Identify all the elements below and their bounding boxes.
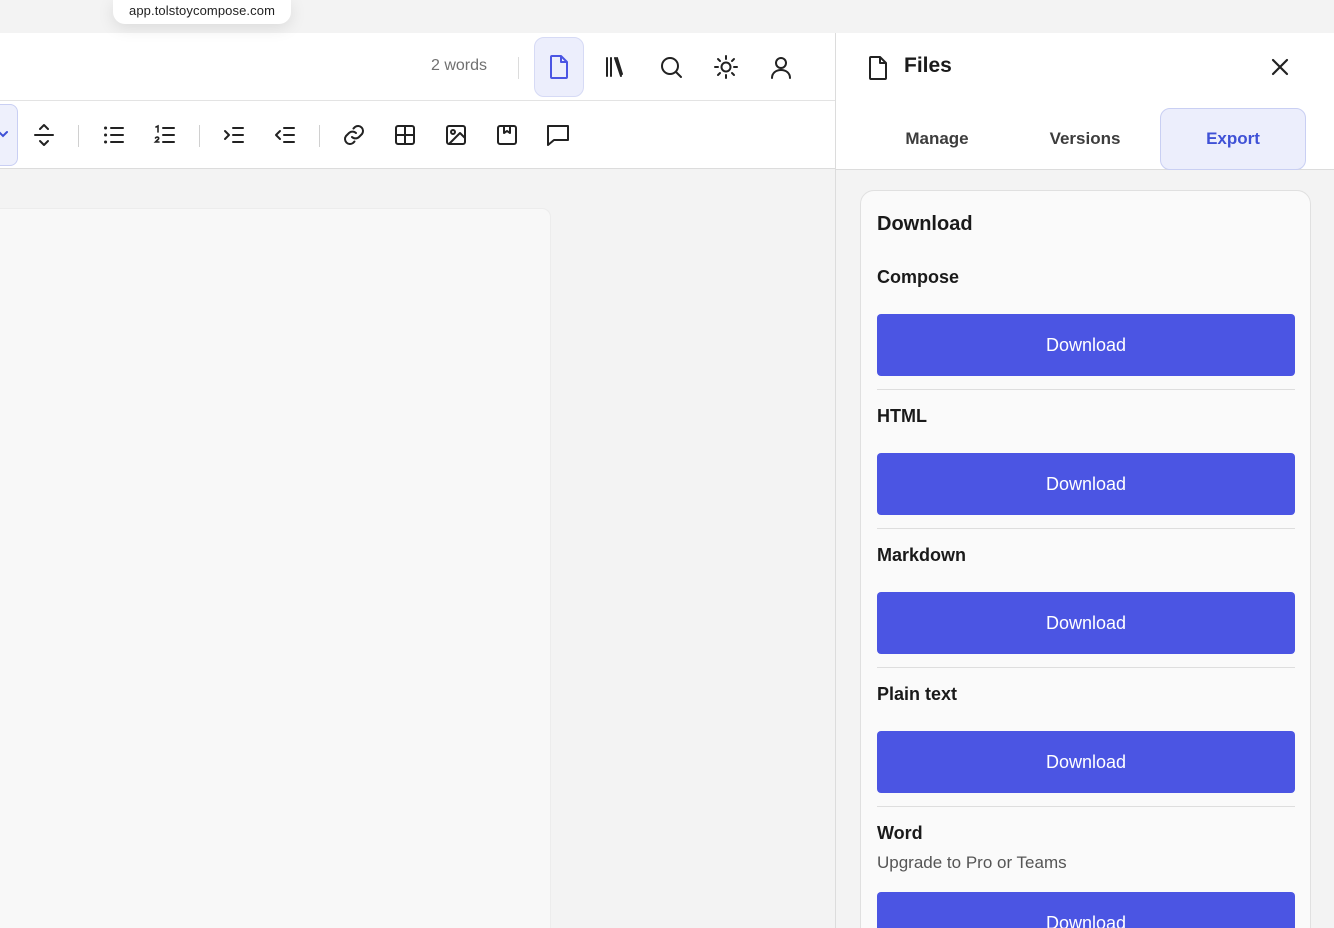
library-button[interactable] bbox=[590, 37, 640, 97]
section-label: Compose bbox=[877, 267, 960, 287]
download-card: Download Compose Download HTML Download … bbox=[860, 190, 1311, 928]
table-button[interactable] bbox=[390, 120, 420, 150]
files-button[interactable] bbox=[534, 37, 584, 97]
theme-toggle-button[interactable] bbox=[701, 37, 751, 97]
divider bbox=[199, 125, 200, 147]
table-icon bbox=[393, 123, 417, 147]
editor-area: 2 words bbox=[0, 33, 835, 928]
comment-button[interactable] bbox=[543, 120, 573, 150]
bookmark-button[interactable] bbox=[492, 120, 522, 150]
tab-manage[interactable]: Manage bbox=[864, 108, 1010, 170]
format-toolbar bbox=[0, 101, 835, 169]
section-plain-text: Plain text Download bbox=[877, 684, 1295, 793]
files-panel: Files Manage Versions Export Download Co… bbox=[835, 33, 1334, 928]
numbered-list-button[interactable] bbox=[150, 120, 180, 150]
top-bar: 2 words bbox=[0, 33, 835, 101]
upgrade-note: Upgrade to Pro or Teams bbox=[877, 853, 1067, 872]
file-icon bbox=[547, 54, 571, 80]
image-icon bbox=[444, 123, 468, 147]
divider bbox=[877, 667, 1295, 668]
bookmark-icon bbox=[495, 123, 519, 147]
link-button[interactable] bbox=[339, 120, 369, 150]
section-label: Markdown bbox=[877, 545, 967, 565]
file-icon bbox=[866, 55, 890, 81]
section-markdown: Markdown Download bbox=[877, 545, 1295, 654]
url-tooltip: app.tolstoycompose.com bbox=[113, 0, 291, 24]
download-html-button[interactable]: Download bbox=[877, 453, 1295, 515]
tab-export[interactable]: Export bbox=[1160, 108, 1306, 170]
panel-title: Files bbox=[904, 54, 952, 77]
numbered-list-icon bbox=[153, 123, 177, 147]
sun-icon bbox=[713, 54, 739, 80]
search-button[interactable] bbox=[646, 37, 696, 97]
divider bbox=[319, 125, 320, 147]
panel-header: Files Manage Versions Export bbox=[836, 33, 1334, 170]
download-markdown-button[interactable]: Download bbox=[877, 592, 1295, 654]
section-word: Word Upgrade to Pro or Teams Download bbox=[877, 823, 1295, 928]
link-icon bbox=[342, 123, 366, 147]
divider bbox=[877, 528, 1295, 529]
document-page[interactable] bbox=[0, 209, 550, 928]
divider bbox=[877, 806, 1295, 807]
close-icon bbox=[1270, 57, 1290, 77]
library-icon bbox=[603, 55, 627, 79]
indent-button[interactable] bbox=[219, 120, 249, 150]
section-label: HTML bbox=[877, 406, 927, 426]
style-dropdown-button[interactable] bbox=[0, 104, 18, 166]
download-word-button[interactable]: Download bbox=[877, 892, 1295, 928]
download-compose-button[interactable]: Download bbox=[877, 314, 1295, 376]
indent-icon bbox=[222, 123, 246, 147]
download-plain-text-button[interactable]: Download bbox=[877, 731, 1295, 793]
section-label: Word bbox=[877, 823, 923, 843]
image-button[interactable] bbox=[441, 120, 471, 150]
close-button[interactable] bbox=[1268, 55, 1292, 79]
section-label: Plain text bbox=[877, 684, 958, 704]
divider bbox=[78, 125, 79, 147]
tab-versions[interactable]: Versions bbox=[1012, 108, 1158, 170]
bullet-list-icon bbox=[102, 123, 126, 147]
bullet-list-button[interactable] bbox=[99, 120, 129, 150]
divider bbox=[877, 389, 1295, 390]
comment-icon bbox=[545, 122, 571, 148]
user-icon bbox=[769, 55, 793, 79]
search-icon bbox=[659, 55, 683, 79]
outdent-button[interactable] bbox=[270, 120, 300, 150]
download-title: Download bbox=[877, 213, 973, 235]
section-compose: Compose Download bbox=[877, 267, 1295, 376]
app-window: app.tolstoycompose.com 2 words Files Man… bbox=[0, 0, 1334, 928]
outdent-icon bbox=[273, 123, 297, 147]
word-count: 2 words bbox=[431, 57, 488, 74]
divider bbox=[518, 57, 519, 79]
section-html: HTML Download bbox=[877, 406, 1295, 515]
collapse-button[interactable] bbox=[29, 120, 59, 150]
collapse-icon bbox=[32, 123, 56, 147]
account-button[interactable] bbox=[756, 37, 806, 97]
